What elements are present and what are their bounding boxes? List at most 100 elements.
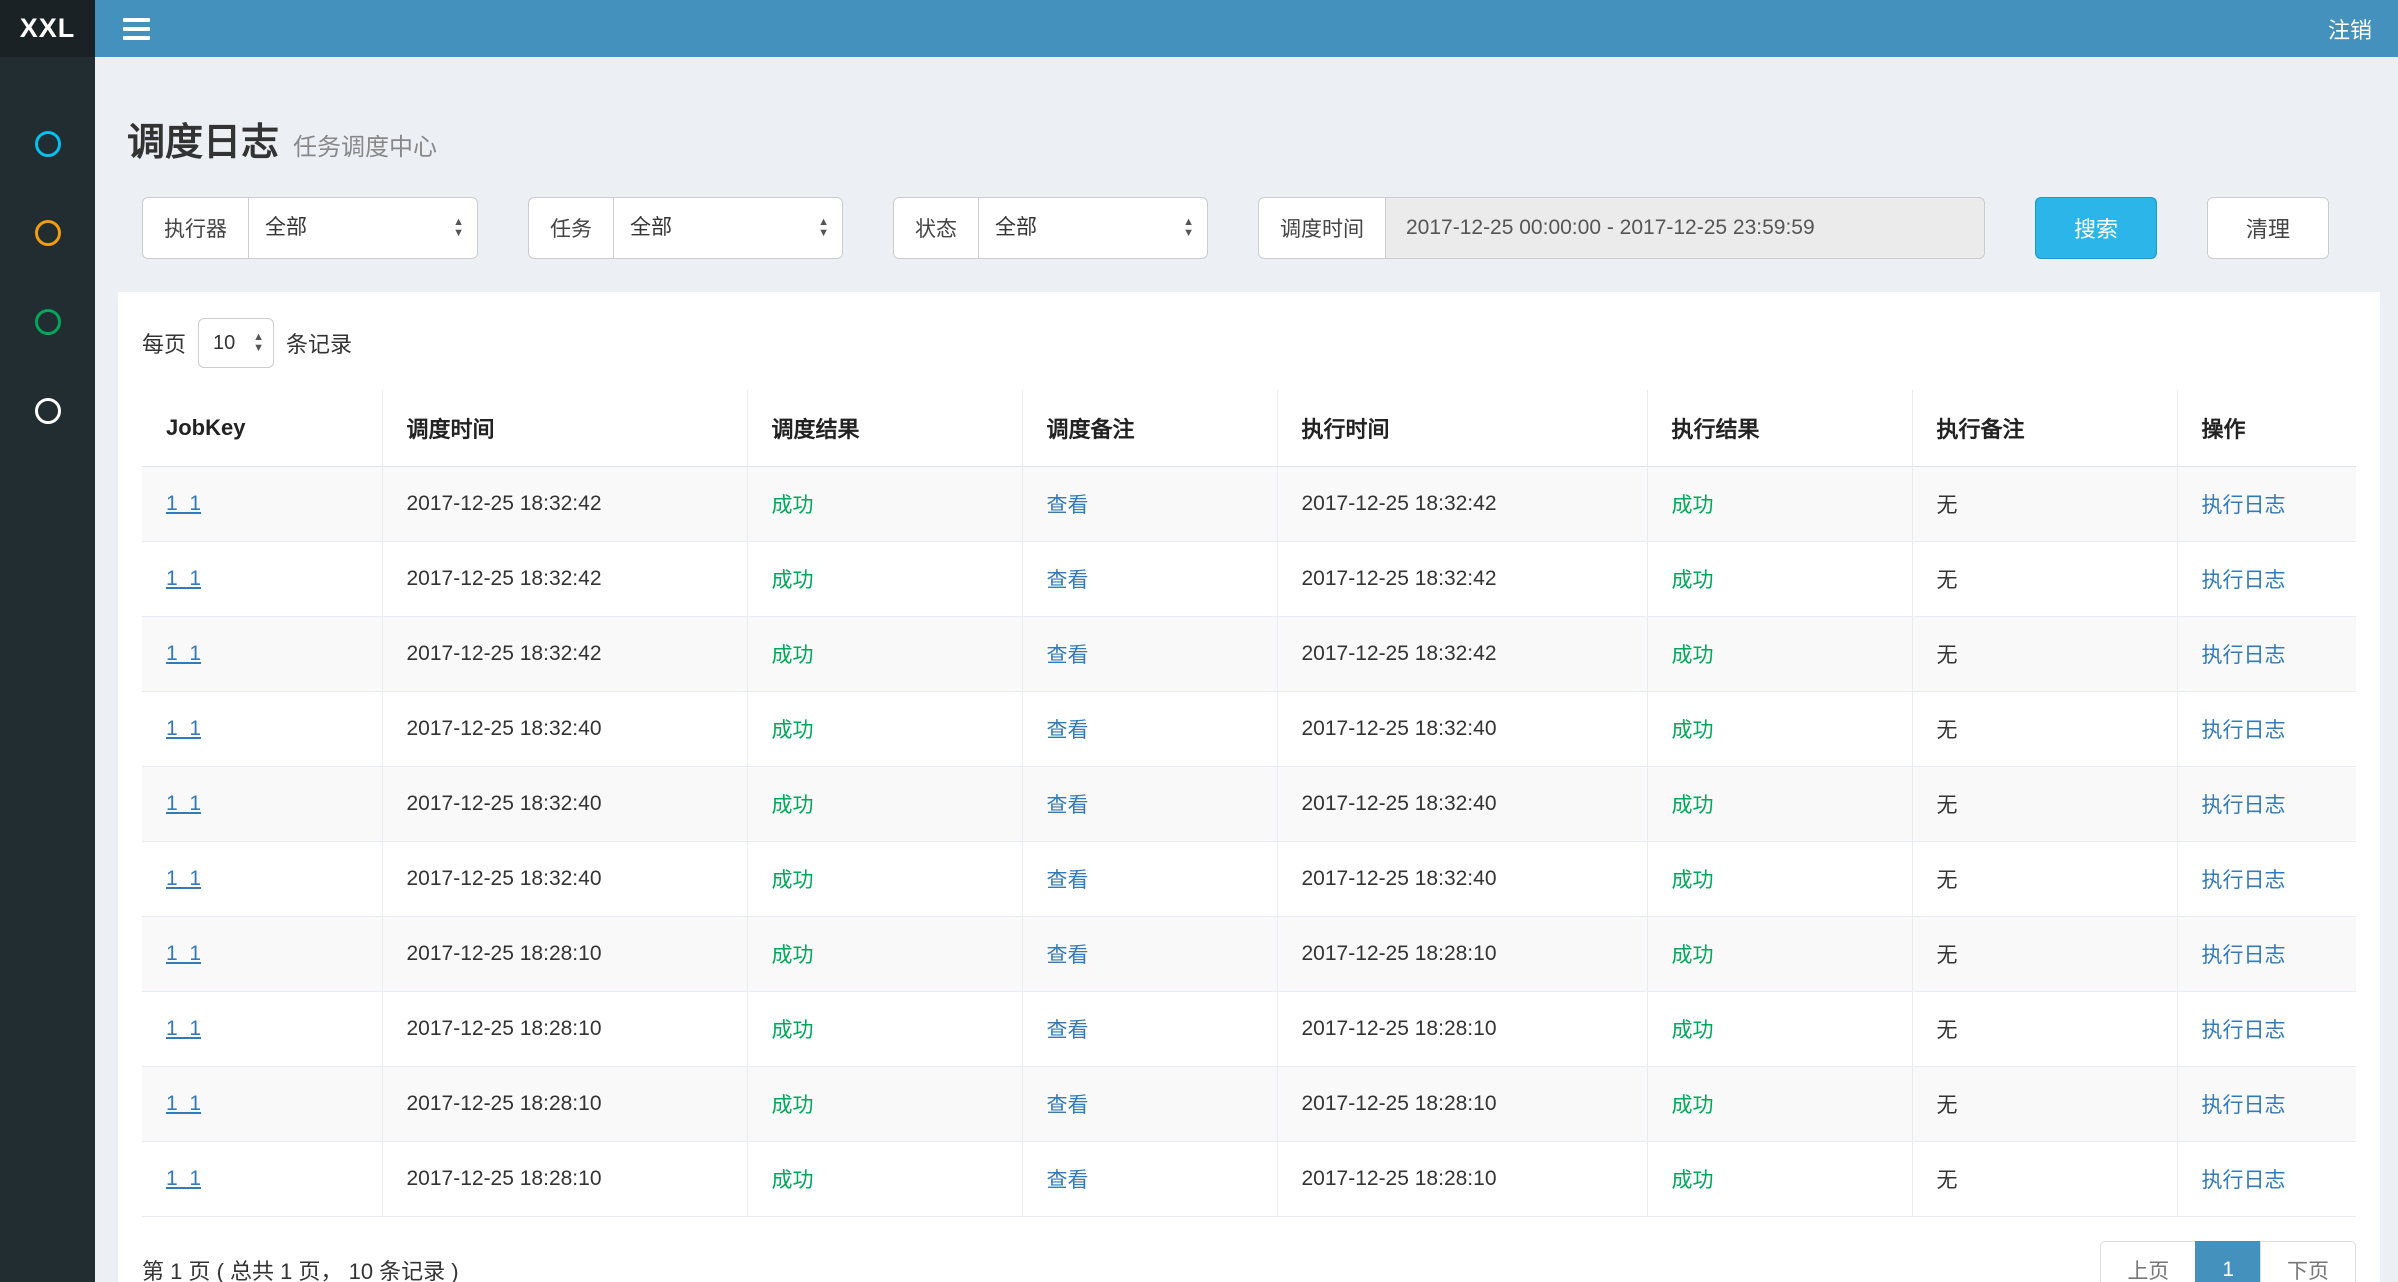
col-jobkey: JobKey	[142, 390, 382, 467]
trigger-msg-link[interactable]: 查看	[1047, 494, 1089, 517]
exec-log-link[interactable]: 执行日志	[2202, 1019, 2286, 1042]
handle-msg-cell: 无	[1912, 841, 2177, 916]
trigger-msg-link[interactable]: 查看	[1047, 794, 1089, 817]
jobkey-link[interactable]: 1_1	[166, 492, 201, 515]
handle-time-cell: 2017-12-25 18:28:10	[1277, 1066, 1647, 1141]
status-select[interactable]: 全部	[978, 197, 1208, 259]
jobkey-link[interactable]: 1_1	[166, 942, 201, 965]
handle-result-text: 成功	[1672, 719, 1714, 742]
sidebar-item-3[interactable]	[0, 277, 95, 366]
trigger-time-filter-label: 调度时间	[1258, 197, 1385, 259]
handle-msg-cell: 无	[1912, 766, 2177, 841]
sidebar-item-2[interactable]	[0, 188, 95, 277]
col-handle-msg: 执行备注	[1912, 390, 2177, 467]
trigger-msg-link[interactable]: 查看	[1047, 1019, 1089, 1042]
trigger-msg-link[interactable]: 查看	[1047, 1094, 1089, 1117]
per-page-control: 每页 10 ▲▼ 条记录	[142, 316, 2356, 390]
exec-log-link[interactable]: 执行日志	[2202, 494, 2286, 517]
log-table: JobKey 调度时间 调度结果 调度备注 执行时间 执行结果 执行备注 操作 …	[142, 390, 2356, 1217]
exec-log-link[interactable]: 执行日志	[2202, 794, 2286, 817]
exec-log-link[interactable]: 执行日志	[2202, 644, 2286, 667]
handle-time-cell: 2017-12-25 18:32:40	[1277, 691, 1647, 766]
logout-link[interactable]: 注销	[2328, 13, 2372, 45]
table-row: 1_1 2017-12-25 18:28:10 成功 查看 2017-12-25…	[142, 916, 2356, 991]
jobkey-link[interactable]: 1_1	[166, 867, 201, 890]
log-table-panel: 每页 10 ▲▼ 条记录 JobKey 调度时间	[118, 292, 2380, 1282]
executor-filter-label: 执行器	[142, 197, 248, 259]
jobkey-link[interactable]: 1_1	[166, 1092, 201, 1115]
handle-time-cell: 2017-12-25 18:32:40	[1277, 766, 1647, 841]
trigger-msg-link[interactable]: 查看	[1047, 719, 1089, 742]
jobkey-link[interactable]: 1_1	[166, 1017, 201, 1040]
jobkey-link[interactable]: 1_1	[166, 642, 201, 665]
trigger-msg-link[interactable]: 查看	[1047, 569, 1089, 592]
trigger-time-cell: 2017-12-25 18:32:40	[382, 691, 747, 766]
exec-log-link[interactable]: 执行日志	[2202, 1094, 2286, 1117]
sidebar-item-1[interactable]	[0, 99, 95, 188]
sidebar-item-4[interactable]	[0, 366, 95, 455]
jobkey-link[interactable]: 1_1	[166, 1167, 201, 1190]
handle-msg-cell: 无	[1912, 1066, 2177, 1141]
search-button[interactable]: 搜索	[2035, 197, 2157, 259]
circle-icon	[35, 131, 61, 157]
executor-filter-group: 执行器 全部 ▲▼	[142, 197, 478, 259]
job-select[interactable]: 全部	[613, 197, 843, 259]
trigger-result-text: 成功	[772, 494, 814, 517]
clear-button[interactable]: 清理	[2207, 197, 2329, 259]
prev-page-button[interactable]: 上页	[2100, 1241, 2196, 1282]
trigger-msg-link[interactable]: 查看	[1047, 644, 1089, 667]
trigger-result-text: 成功	[772, 1094, 814, 1117]
handle-result-text: 成功	[1672, 794, 1714, 817]
handle-result-text: 成功	[1672, 1169, 1714, 1192]
exec-log-link[interactable]: 执行日志	[2202, 719, 2286, 742]
trigger-time-cell: 2017-12-25 18:28:10	[382, 991, 747, 1066]
sidebar-toggle-icon[interactable]	[123, 18, 150, 40]
handle-result-text: 成功	[1672, 494, 1714, 517]
trigger-time-filter-group: 调度时间	[1258, 197, 1985, 259]
handle-msg-cell: 无	[1912, 916, 2177, 991]
trigger-msg-link[interactable]: 查看	[1047, 1169, 1089, 1192]
trigger-time-range-input[interactable]	[1385, 197, 1985, 259]
circle-icon	[35, 398, 61, 424]
table-row: 1_1 2017-12-25 18:32:42 成功 查看 2017-12-25…	[142, 466, 2356, 541]
sidebar	[0, 57, 95, 1282]
jobkey-link[interactable]: 1_1	[166, 717, 201, 740]
trigger-result-text: 成功	[772, 719, 814, 742]
per-page-select[interactable]: 10	[198, 318, 274, 368]
exec-log-link[interactable]: 执行日志	[2202, 1169, 2286, 1192]
next-page-button[interactable]: 下页	[2260, 1241, 2356, 1282]
col-handle-result: 执行结果	[1647, 390, 1912, 467]
trigger-time-cell: 2017-12-25 18:32:42	[382, 616, 747, 691]
trigger-time-cell: 2017-12-25 18:32:40	[382, 766, 747, 841]
handle-msg-cell: 无	[1912, 541, 2177, 616]
executor-select[interactable]: 全部	[248, 197, 478, 259]
trigger-msg-link[interactable]: 查看	[1047, 944, 1089, 967]
exec-log-link[interactable]: 执行日志	[2202, 569, 2286, 592]
col-handle-time: 执行时间	[1277, 390, 1647, 467]
circle-icon	[35, 220, 61, 246]
jobkey-link[interactable]: 1_1	[166, 567, 201, 590]
handle-time-cell: 2017-12-25 18:32:42	[1277, 541, 1647, 616]
handle-result-text: 成功	[1672, 569, 1714, 592]
exec-log-link[interactable]: 执行日志	[2202, 869, 2286, 892]
current-page-button[interactable]: 1	[2195, 1241, 2261, 1282]
exec-log-link[interactable]: 执行日志	[2202, 944, 2286, 967]
log-table-body: 1_1 2017-12-25 18:32:42 成功 查看 2017-12-25…	[142, 466, 2356, 1216]
navbar-main: 注销	[95, 0, 2398, 57]
handle-msg-cell: 无	[1912, 991, 2177, 1066]
col-trigger-msg: 调度备注	[1022, 390, 1277, 467]
trigger-msg-link[interactable]: 查看	[1047, 869, 1089, 892]
handle-time-cell: 2017-12-25 18:28:10	[1277, 1141, 1647, 1216]
per-page-label-after: 条记录	[286, 327, 352, 359]
trigger-time-cell: 2017-12-25 18:32:40	[382, 841, 747, 916]
page-subtitle: 任务调度中心	[293, 134, 437, 161]
page-header: 调度日志任务调度中心	[95, 57, 2398, 197]
filter-bar: 执行器 全部 ▲▼ 任务 全部 ▲▼ 状态	[95, 197, 2398, 292]
per-page-label-before: 每页	[142, 327, 186, 359]
trigger-time-cell: 2017-12-25 18:28:10	[382, 1066, 747, 1141]
job-filter-label: 任务	[528, 197, 613, 259]
table-row: 1_1 2017-12-25 18:28:10 成功 查看 2017-12-25…	[142, 991, 2356, 1066]
app-logo[interactable]: XXL	[0, 0, 95, 57]
table-row: 1_1 2017-12-25 18:32:40 成功 查看 2017-12-25…	[142, 766, 2356, 841]
jobkey-link[interactable]: 1_1	[166, 792, 201, 815]
